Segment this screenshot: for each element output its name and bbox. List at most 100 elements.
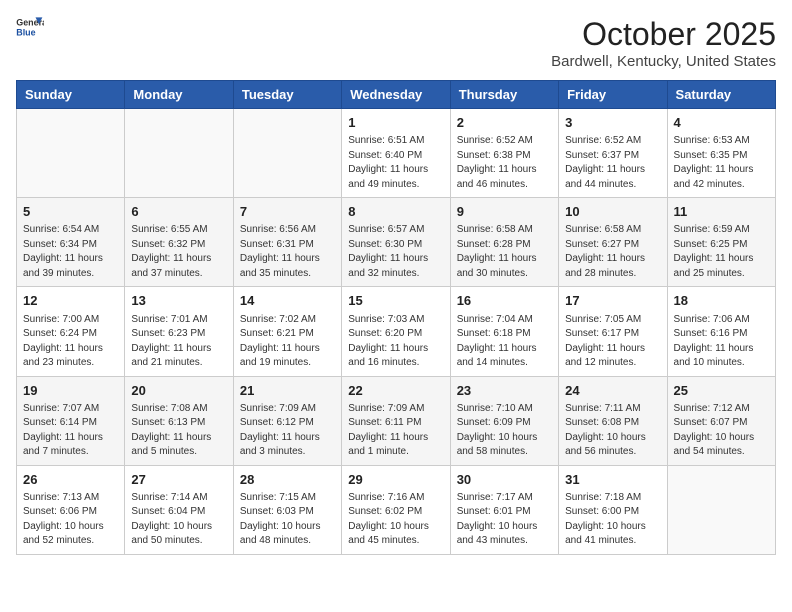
day-info: Sunrise: 7:15 AM Sunset: 6:03 PM Dayligh…: [240, 491, 335, 549]
day-info: Sunrise: 7:18 AM Sunset: 6:00 PM Dayligh…: [565, 491, 660, 549]
day-number: 22: [348, 382, 443, 400]
day-info: Sunrise: 7:03 AM Sunset: 6:20 PM Dayligh…: [348, 313, 443, 371]
day-number: 6: [131, 203, 226, 221]
calendar-cell: [125, 109, 233, 198]
svg-text:Blue: Blue: [16, 27, 35, 37]
day-number: 29: [348, 471, 443, 489]
day-info: Sunrise: 7:05 AM Sunset: 6:17 PM Dayligh…: [565, 313, 660, 371]
calendar-cell: [17, 109, 125, 198]
calendar-header: SundayMondayTuesdayWednesdayThursdayFrid…: [17, 81, 776, 109]
day-number: 12: [23, 292, 118, 310]
weekday-header-tuesday: Tuesday: [233, 81, 341, 109]
calendar-cell: 21 Sunrise: 7:09 AM Sunset: 6:12 PM Dayli…: [233, 376, 341, 465]
day-info: Sunrise: 7:00 AM Sunset: 6:24 PM Dayligh…: [23, 313, 118, 371]
weekday-header-wednesday: Wednesday: [342, 81, 450, 109]
day-number: 30: [457, 471, 552, 489]
calendar-cell: 4 Sunrise: 6:53 AM Sunset: 6:35 PM Daylig…: [667, 109, 775, 198]
day-number: 15: [348, 292, 443, 310]
day-number: 9: [457, 203, 552, 221]
month-title: October 2025: [551, 16, 776, 53]
day-number: 20: [131, 382, 226, 400]
calendar-cell: 20Sunrise: 7:08 AM Sunset: 6:13 PM Dayli…: [125, 376, 233, 465]
day-info: Sunrise: 7:14 AM Sunset: 6:04 PM Dayligh…: [131, 491, 226, 549]
calendar-cell: 19Sunrise: 7:07 AM Sunset: 6:14 PM Dayli…: [17, 376, 125, 465]
day-number: 18: [674, 292, 769, 310]
calendar-cell: 10 Sunrise: 6:58 AM Sunset: 6:27 PM Dayli…: [559, 198, 667, 287]
day-number: 31: [565, 471, 660, 489]
calendar-cell: 12 Sunrise: 7:00 AM Sunset: 6:24 PM Dayli…: [17, 287, 125, 376]
day-info: Sunrise: 7:17 AM Sunset: 6:01 PM Dayligh…: [457, 491, 552, 549]
calendar-week-3: 12 Sunrise: 7:00 AM Sunset: 6:24 PM Dayli…: [17, 287, 776, 376]
day-number: 25: [674, 382, 769, 400]
day-info: Sunrise: 7:04 AM Sunset: 6:18 PM Dayligh…: [457, 313, 552, 371]
calendar-week-2: 5 Sunrise: 6:54 AM Sunset: 6:34 PM Daylig…: [17, 198, 776, 287]
day-info: Sunrise: 6:59 AM Sunset: 6:25 PM Dayligh…: [674, 223, 769, 281]
calendar-cell: 8Sunrise: 6:57 AM Sunset: 6:30 PM Daylig…: [342, 198, 450, 287]
day-number: 17: [565, 292, 660, 310]
calendar-cell: 25 Sunrise: 7:12 AM Sunset: 6:07 PM Dayli…: [667, 376, 775, 465]
calendar-cell: 23Sunrise: 7:10 AM Sunset: 6:09 PM Dayli…: [450, 376, 558, 465]
day-info: Sunrise: 7:11 AM Sunset: 6:08 PM Dayligh…: [565, 402, 660, 460]
day-number: 10: [565, 203, 660, 221]
calendar-cell: 17 Sunrise: 7:05 AM Sunset: 6:17 PM Dayli…: [559, 287, 667, 376]
calendar-cell: [233, 109, 341, 198]
day-info: Sunrise: 6:58 AM Sunset: 6:27 PM Dayligh…: [565, 223, 660, 281]
weekday-header-monday: Monday: [125, 81, 233, 109]
day-info: Sunrise: 6:54 AM Sunset: 6:34 PM Dayligh…: [23, 223, 118, 281]
calendar-cell: 29 Sunrise: 7:16 AM Sunset: 6:02 PM Dayli…: [342, 465, 450, 554]
day-info: Sunrise: 6:55 AM Sunset: 6:32 PM Dayligh…: [131, 223, 226, 281]
calendar-cell: 31 Sunrise: 7:18 AM Sunset: 6:00 PM Dayli…: [559, 465, 667, 554]
day-info: Sunrise: 6:51 AM Sunset: 6:40 PM Dayligh…: [348, 134, 443, 192]
day-number: 19: [23, 382, 118, 400]
calendar-week-4: 19Sunrise: 7:07 AM Sunset: 6:14 PM Dayli…: [17, 376, 776, 465]
calendar-cell: 27 Sunrise: 7:14 AM Sunset: 6:04 PM Dayli…: [125, 465, 233, 554]
calendar-cell: 28 Sunrise: 7:15 AM Sunset: 6:03 PM Dayli…: [233, 465, 341, 554]
day-info: Sunrise: 6:57 AM Sunset: 6:30 PM Dayligh…: [348, 223, 443, 281]
calendar-cell: 16 Sunrise: 7:04 AM Sunset: 6:18 PM Dayli…: [450, 287, 558, 376]
calendar-cell: 3Sunrise: 6:52 AM Sunset: 6:37 PM Daylig…: [559, 109, 667, 198]
day-number: 27: [131, 471, 226, 489]
calendar-week-1: 1 Sunrise: 6:51 AM Sunset: 6:40 PM Daylig…: [17, 109, 776, 198]
day-number: 5: [23, 203, 118, 221]
day-number: 28: [240, 471, 335, 489]
calendar-cell: [667, 465, 775, 554]
day-number: 23: [457, 382, 552, 400]
weekday-header-thursday: Thursday: [450, 81, 558, 109]
day-number: 1: [348, 114, 443, 132]
day-info: Sunrise: 7:01 AM Sunset: 6:23 PM Dayligh…: [131, 313, 226, 371]
location-title: Bardwell, Kentucky, United States: [551, 53, 776, 70]
day-info: Sunrise: 6:52 AM Sunset: 6:38 PM Dayligh…: [457, 134, 552, 192]
calendar-cell: 14Sunrise: 7:02 AM Sunset: 6:21 PM Dayli…: [233, 287, 341, 376]
weekday-header-saturday: Saturday: [667, 81, 775, 109]
weekday-header-sunday: Sunday: [17, 81, 125, 109]
day-info: Sunrise: 6:58 AM Sunset: 6:28 PM Dayligh…: [457, 223, 552, 281]
day-number: 4: [674, 114, 769, 132]
calendar-cell: 6 Sunrise: 6:55 AM Sunset: 6:32 PM Daylig…: [125, 198, 233, 287]
calendar-cell: 15 Sunrise: 7:03 AM Sunset: 6:20 PM Dayli…: [342, 287, 450, 376]
day-number: 21: [240, 382, 335, 400]
day-number: 24: [565, 382, 660, 400]
calendar-cell: 1 Sunrise: 6:51 AM Sunset: 6:40 PM Daylig…: [342, 109, 450, 198]
day-info: Sunrise: 7:12 AM Sunset: 6:07 PM Dayligh…: [674, 402, 769, 460]
day-number: 14: [240, 292, 335, 310]
calendar-table: SundayMondayTuesdayWednesdayThursdayFrid…: [16, 80, 776, 555]
calendar-cell: 11Sunrise: 6:59 AM Sunset: 6:25 PM Dayli…: [667, 198, 775, 287]
day-info: Sunrise: 6:53 AM Sunset: 6:35 PM Dayligh…: [674, 134, 769, 192]
logo-icon: General Blue: [16, 16, 44, 38]
day-number: 26: [23, 471, 118, 489]
logo: General Blue: [16, 16, 44, 38]
calendar-cell: 30 Sunrise: 7:17 AM Sunset: 6:01 PM Dayli…: [450, 465, 558, 554]
calendar-week-5: 26Sunrise: 7:13 AM Sunset: 6:06 PM Dayli…: [17, 465, 776, 554]
page-header: General Blue October 2025 Bardwell, Kent…: [16, 16, 776, 70]
day-info: Sunrise: 6:56 AM Sunset: 6:31 PM Dayligh…: [240, 223, 335, 281]
calendar-cell: 22 Sunrise: 7:09 AM Sunset: 6:11 PM Dayli…: [342, 376, 450, 465]
day-number: 16: [457, 292, 552, 310]
title-area: October 2025 Bardwell, Kentucky, United …: [551, 16, 776, 70]
calendar-cell: 5 Sunrise: 6:54 AM Sunset: 6:34 PM Daylig…: [17, 198, 125, 287]
calendar-cell: 26Sunrise: 7:13 AM Sunset: 6:06 PM Dayli…: [17, 465, 125, 554]
day-info: Sunrise: 7:09 AM Sunset: 6:11 PM Dayligh…: [348, 402, 443, 460]
day-number: 13: [131, 292, 226, 310]
day-info: Sunrise: 7:16 AM Sunset: 6:02 PM Dayligh…: [348, 491, 443, 549]
day-info: Sunrise: 7:09 AM Sunset: 6:12 PM Dayligh…: [240, 402, 335, 460]
calendar-cell: 24 Sunrise: 7:11 AM Sunset: 6:08 PM Dayli…: [559, 376, 667, 465]
